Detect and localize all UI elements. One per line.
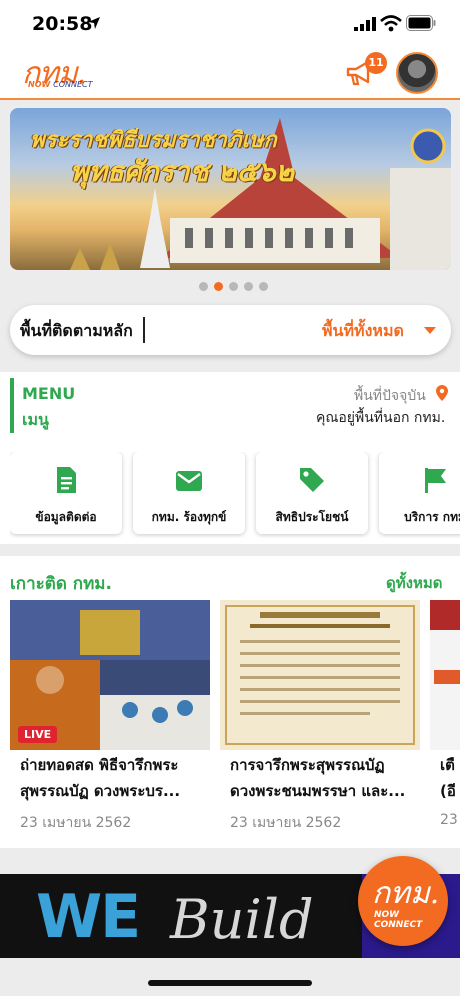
- news-section: เกาะติด กทม. ดูทั้งหมด LIVE ถ่ายทอดสด พิ…: [0, 556, 460, 848]
- current-area-value: คุณอยู่พื้นที่นอก กทม.: [316, 410, 446, 426]
- menu-tile-complaint[interactable]: กทม. ร้องทุกข์: [133, 452, 245, 534]
- menu-accent-bar: [10, 378, 14, 433]
- app-logo[interactable]: กทม. NOW CONNECT: [22, 56, 93, 92]
- ad-we-text: WE: [36, 882, 141, 952]
- battery-icon: [406, 15, 436, 31]
- home-indicator[interactable]: [148, 980, 312, 986]
- current-area-label: พื้นที่ปัจจุบัน: [354, 388, 426, 404]
- notification-badge[interactable]: 11: [365, 52, 387, 74]
- news-thumbnail: [430, 600, 460, 750]
- fab-logo-subtitle: NOW CONNECT: [374, 910, 423, 930]
- tag-icon: [300, 468, 324, 492]
- mail-icon: [176, 471, 202, 491]
- menu-title-en: MENU: [22, 384, 76, 403]
- news-card[interactable]: เตื (อี 23: [430, 600, 460, 840]
- news-thumbnail: [220, 600, 420, 750]
- ad-build-text: Build: [170, 888, 314, 951]
- menu-tile-services[interactable]: บริการ กทม: [379, 452, 460, 534]
- news-card[interactable]: การจารึกพระสุพรรณบัฏ ดวงพระชนมพรรษา และ.…: [220, 600, 420, 840]
- flag-icon: [425, 468, 446, 493]
- menu-section: MENU เมนู พื้นที่ปัจจุบัน คุณอยู่พื้นที่…: [0, 372, 460, 544]
- status-time: 20:58: [32, 13, 93, 35]
- see-all-link[interactable]: ดูทั้งหมด: [386, 571, 442, 595]
- news-card-title: เตื (อี: [440, 756, 456, 800]
- menu-tiles: ข้อมูลติดต่อ กทม. ร้องทุกข์ สิทธิประโยชน…: [10, 452, 460, 538]
- document-icon: [57, 467, 76, 493]
- pagination-dot[interactable]: [259, 282, 268, 291]
- pagination-dot-active[interactable]: [214, 282, 223, 291]
- news-card-title: การจารึกพระสุพรรณบัฏ ดวงพระชนมพรรษา และ.…: [230, 756, 406, 800]
- live-badge: LIVE: [18, 726, 58, 743]
- app-header: กทม. NOW CONNECT 11: [0, 46, 460, 100]
- banner-title-line2: พุทธศักราช ๒๕๖๒: [70, 155, 295, 188]
- news-card-date: 23 เมษายน 2562: [230, 815, 342, 831]
- area-value[interactable]: พื้นที่ทั้งหมด: [322, 319, 404, 344]
- logo-subtitle: NOW CONNECT: [28, 80, 93, 89]
- news-section-title: เกาะติด กทม.: [10, 574, 112, 594]
- banner-pagination: [199, 282, 271, 292]
- menu-tile-benefits[interactable]: สิทธิประโยชน์: [256, 452, 368, 534]
- menu-tile-label: บริการ กทม: [404, 510, 460, 524]
- news-card[interactable]: LIVE ถ่ายทอดสด พิธีจารึกพระ สุพรรณบัฏ ดว…: [10, 600, 210, 840]
- menu-tile-label: กทม. ร้องทุกข์: [151, 510, 227, 524]
- location-arrow-icon: [88, 17, 100, 29]
- menu-tile-contact[interactable]: ข้อมูลติดต่อ: [10, 452, 122, 534]
- news-card-title: ถ่ายทอดสด พิธีจารึกพระ สุพรรณบัฏ ดวงพระบ…: [20, 756, 181, 800]
- chevron-down-icon[interactable]: [424, 327, 436, 334]
- area-selector[interactable]: พื้นที่ติดตามหลัก พื้นที่ทั้งหมด: [10, 305, 451, 355]
- logo-text: กทม.: [22, 56, 86, 91]
- menu-tile-label: สิทธิประโยชน์: [275, 510, 349, 524]
- area-label: พื้นที่ติดตามหลัก: [20, 321, 133, 340]
- floating-logo-button[interactable]: กทม. NOW CONNECT: [358, 856, 448, 946]
- hero-banner[interactable]: พระราชพิธีบรมราชาภิเษก พุทธศักราช ๒๕๖๒: [10, 108, 451, 270]
- menu-tile-label: ข้อมูลติดต่อ: [35, 510, 97, 524]
- profile-avatar[interactable]: [396, 52, 438, 94]
- status-bar: 20:58: [0, 0, 460, 46]
- menu-title-th: เมนู: [22, 410, 49, 429]
- location-pin-icon: [436, 385, 448, 401]
- pagination-dot[interactable]: [244, 282, 253, 291]
- pagination-dot[interactable]: [199, 282, 208, 291]
- pagination-dot[interactable]: [229, 282, 238, 291]
- news-card-date: 23: [440, 812, 458, 828]
- signal-icon: [354, 17, 376, 31]
- news-card-date: 23 เมษายน 2562: [20, 815, 132, 831]
- text-cursor: [143, 317, 145, 343]
- wifi-icon: [380, 15, 402, 32]
